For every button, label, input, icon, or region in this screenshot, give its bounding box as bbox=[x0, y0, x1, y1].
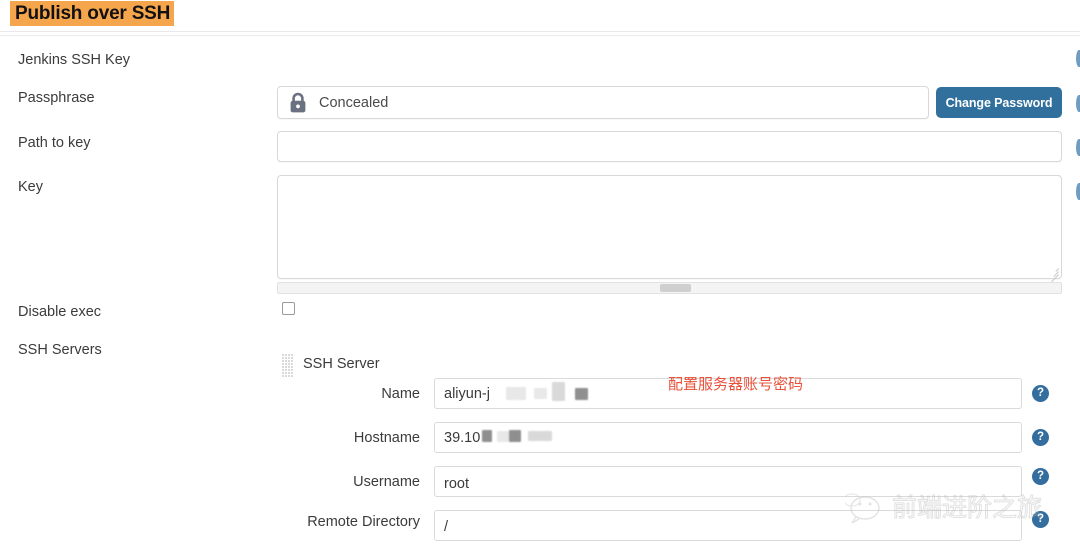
redaction-block bbox=[552, 382, 565, 401]
redaction-block bbox=[528, 431, 552, 441]
ssh-server-heading: SSH Server bbox=[303, 356, 380, 372]
ssh-username-label: Username bbox=[353, 474, 420, 490]
redaction-block bbox=[575, 388, 588, 400]
ssh-server-entry: SSH Server Name aliyun-j ? Hostname 39.1… bbox=[0, 0, 1080, 553]
ssh-name-value: aliyun-j bbox=[444, 386, 490, 402]
ssh-remote-directory-label: Remote Directory bbox=[307, 514, 420, 530]
help-icon-ssh-username[interactable]: ? bbox=[1032, 468, 1049, 485]
drag-handle-icon[interactable] bbox=[282, 354, 294, 378]
ssh-name-label: Name bbox=[381, 386, 420, 402]
annotation-text: 配置服务器账号密码 bbox=[668, 375, 804, 393]
redaction-block bbox=[509, 430, 521, 442]
ssh-remote-directory-input[interactable] bbox=[434, 510, 1022, 541]
redaction-block bbox=[482, 430, 492, 442]
ssh-hostname-label: Hostname bbox=[353, 430, 420, 446]
redaction-block bbox=[534, 388, 547, 399]
publish-over-ssh-config-page: Publish over SSH Jenkins SSH Key Passphr… bbox=[0, 0, 1080, 553]
help-icon-ssh-name[interactable]: ? bbox=[1032, 385, 1049, 402]
ssh-username-input[interactable] bbox=[434, 466, 1022, 497]
ssh-hostname-value: 39.10 bbox=[444, 430, 481, 446]
help-icon-ssh-hostname[interactable]: ? bbox=[1032, 429, 1049, 446]
ssh-username-value: root bbox=[444, 476, 469, 492]
ssh-hostname-input[interactable] bbox=[434, 422, 1022, 453]
ssh-remote-directory-value: / bbox=[444, 519, 449, 535]
redaction-block bbox=[497, 431, 509, 442]
help-icon-ssh-remote-directory[interactable]: ? bbox=[1032, 511, 1049, 528]
redaction-block bbox=[506, 387, 526, 400]
